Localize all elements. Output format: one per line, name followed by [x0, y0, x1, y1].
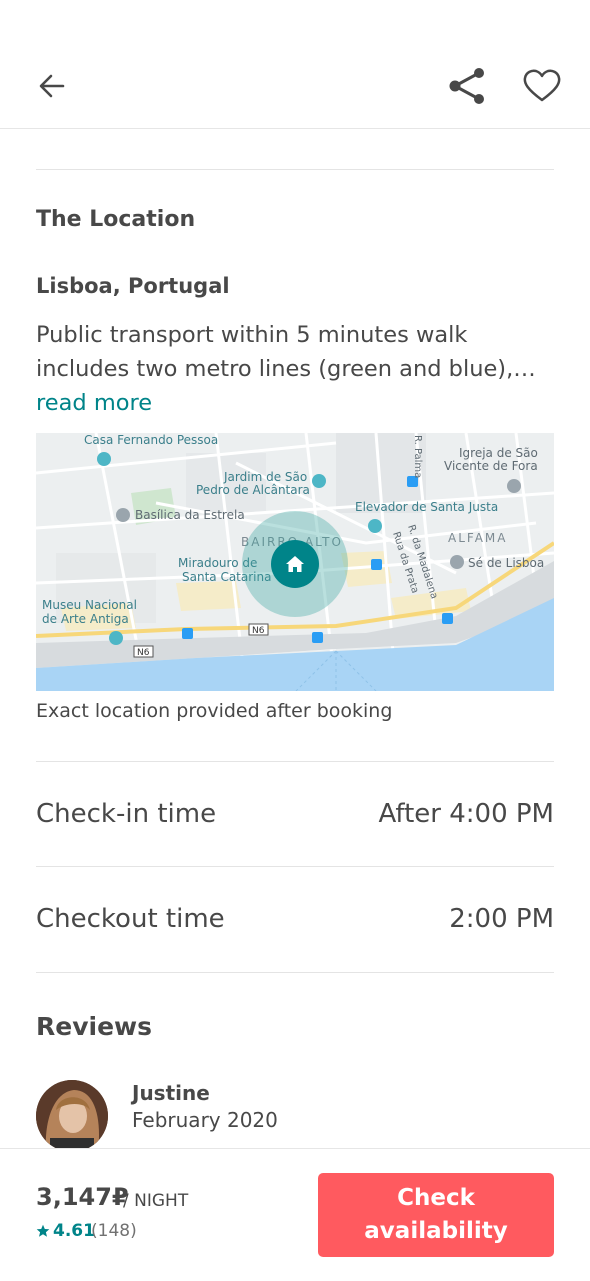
map-caption: Exact location provided after booking: [36, 700, 393, 722]
checkin-value: After 4:00 PM: [378, 799, 554, 829]
section-divider: [36, 866, 554, 867]
rating-count: (148): [91, 1221, 137, 1241]
price: 3,147₽: [36, 1183, 129, 1211]
heart-icon: [523, 69, 561, 102]
map-road-n6-b: N6: [137, 648, 150, 658]
location-description-text: Public transport within 5 minutes walk i…: [36, 322, 536, 382]
map-label-igreja-1: Igreja de São: [459, 446, 538, 460]
review-date: February 2020: [132, 1108, 278, 1132]
map-label-r-palma: R. Palma: [412, 435, 423, 478]
check-availability-button[interactable]: Check availability: [318, 1173, 554, 1257]
checkout-value: 2:00 PM: [449, 904, 554, 934]
share-icon: [449, 68, 484, 104]
favorite-button[interactable]: [520, 64, 564, 108]
reviewer-photo: [36, 1080, 108, 1152]
location-place: Lisboa, Portugal: [36, 274, 230, 298]
share-button[interactable]: [444, 64, 490, 108]
checkout-label: Checkout time: [36, 904, 225, 934]
map-label-jardim-1: Jardim de São: [223, 470, 307, 484]
map-label-se-lisboa: Sé de Lisboa: [468, 556, 544, 570]
map-graphic: Casa Fernando Pessoa Jardim de São Pedro…: [36, 433, 554, 691]
map-label-alfama: ALFAMA: [448, 531, 507, 545]
section-divider: [36, 761, 554, 762]
map-label-basilica: Basílica da Estrela: [135, 508, 245, 522]
reviewer-name: Justine: [132, 1081, 210, 1105]
map-label-jardim-2: Pedro de Alcântara: [196, 483, 310, 497]
location-section-title: The Location: [36, 207, 196, 232]
avatar[interactable]: [36, 1080, 108, 1152]
top-bar: [0, 0, 590, 129]
section-divider: [36, 972, 554, 973]
read-more-link[interactable]: read more: [36, 390, 152, 416]
map-road-n6-a: N6: [252, 626, 265, 636]
map-label-casa-pessoa: Casa Fernando Pessoa: [84, 433, 218, 447]
reviews-section-title: Reviews: [36, 1012, 153, 1041]
location-description: Public transport within 5 minutes walk i…: [36, 318, 556, 420]
checkin-label: Check-in time: [36, 799, 217, 829]
location-map[interactable]: Casa Fernando Pessoa Jardim de São Pedro…: [36, 433, 554, 691]
home-marker-icon: [271, 540, 319, 588]
map-label-museu-2: de Arte Antiga: [42, 612, 129, 626]
rating-value: 4.61: [53, 1221, 95, 1241]
booking-footer: 3,147₽ / NIGHT 4.61 (148) Check availabi…: [0, 1148, 590, 1281]
map-label-elevador: Elevador de Santa Justa: [355, 500, 498, 514]
map-label-igreja-2: Vicente de Fora: [444, 459, 538, 473]
map-label-museu-1: Museu Nacional: [42, 598, 137, 612]
price-unit: / NIGHT: [123, 1191, 189, 1211]
section-divider: [36, 169, 554, 170]
arrow-left-icon: [39, 74, 65, 98]
star-icon: [36, 1224, 50, 1237]
back-button[interactable]: [30, 64, 74, 108]
